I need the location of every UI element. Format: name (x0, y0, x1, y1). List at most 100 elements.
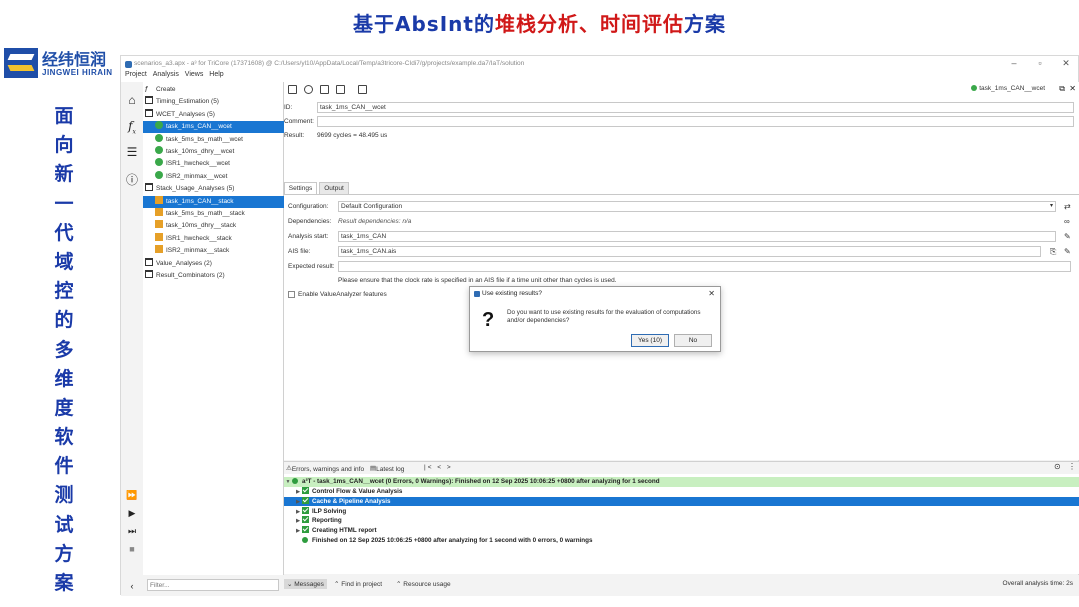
home-icon[interactable]: ⌂ (124, 92, 140, 108)
browse-file-icon[interactable]: ⎘ (1050, 247, 1056, 257)
analysis-start-field[interactable]: task_1ms_CAN (338, 231, 1056, 242)
collapse-icon[interactable]: ‹ (124, 578, 140, 594)
tree-item[interactable]: task_1ms_CAN__stack (143, 195, 284, 208)
logo-english-name: JINGWEI HIRAIN (42, 68, 113, 77)
close-editor-icon[interactable]: ✕ (1069, 84, 1076, 93)
log-header-row[interactable]: ▼ a³T - task_1ms_CAN__wcet (0 Errors, 0 W… (284, 477, 1079, 487)
clock-icon (155, 146, 163, 154)
main-pane: task_1ms_CAN__wcet ⧉ ✕ ID: task_1ms_CAN_… (284, 82, 1079, 460)
find-in-project-tab[interactable]: ⌃ Find in project (334, 580, 382, 588)
edit-config-icon[interactable]: ⇄ (1064, 202, 1071, 211)
stop-icon[interactable]: ■ (124, 541, 140, 557)
menu-analysis[interactable]: Analysis (153, 71, 179, 78)
filter-input[interactable] (147, 579, 279, 591)
columns-icon[interactable] (358, 85, 367, 94)
log-tab-errors[interactable]: ⚠ Errors, warnings and info (286, 464, 364, 473)
valueanalyzer-label: Enable ValueAnalyzer features (298, 291, 387, 298)
chevron-down-icon[interactable]: ▾ (1050, 202, 1053, 209)
info-icon[interactable]: ⓘ (124, 172, 140, 188)
log-tab-errors-label: Errors, warnings and info (291, 466, 365, 473)
run-icon[interactable]: ▶ (124, 505, 140, 521)
messages-label: Messages (294, 581, 324, 588)
side-title: 面向新一代域控的多维度软件测试方案 (50, 102, 78, 598)
tab-settings[interactable]: Settings (284, 182, 317, 194)
comment-field[interactable] (317, 116, 1074, 127)
maximize-icon[interactable]: ▫ (1034, 58, 1046, 69)
no-button[interactable]: No (674, 334, 712, 347)
link-icon[interactable]: ∞ (1064, 217, 1070, 226)
tree-item[interactable]: ISR2_minmax__wcet (143, 170, 284, 183)
company-logo: 经纬恒润 JINGWEI HIRAIN (4, 46, 122, 80)
expected-result-label: Expected result: (288, 263, 335, 270)
ais-file-field[interactable]: task_1ms_CAN.ais (338, 246, 1041, 257)
screen-icon[interactable] (288, 85, 297, 94)
log-tab-latest-label: Latest log (376, 466, 405, 473)
tree-item[interactable]: ISR1_hwcheck__stack (143, 232, 284, 245)
id-field[interactable]: task_1ms_CAN__wcet (317, 102, 1074, 113)
fx-icon[interactable]: fx (124, 118, 140, 135)
side-title-char: 一 (54, 192, 74, 215)
edit-ais-icon[interactable]: ✎ (1064, 247, 1071, 256)
slide-title: 基于AbsInt的堆栈分析、时间评估方案 (0, 8, 1079, 37)
dependencies-row: Dependencies: Result dependencies: n/a ∞ (288, 216, 1073, 228)
log-item-row[interactable]: ▶ Cache & Pipeline Analysis (284, 496, 1079, 507)
tree-item[interactable]: task_10ms_dhry__wcet (143, 146, 284, 158)
chart-icon[interactable] (304, 85, 313, 94)
tree-item[interactable]: ISR1_hwcheck__wcet (143, 158, 284, 170)
log-menu-icon[interactable]: ⋮ (1068, 462, 1076, 471)
yes-button[interactable]: Yes (10) (631, 334, 669, 347)
tree-item[interactable]: task_1ms_CAN__wcet (143, 121, 284, 134)
detach-icon[interactable]: ⧉ (1059, 84, 1065, 94)
menu-views[interactable]: Views (185, 71, 204, 78)
log-options-icon[interactable]: ⊙ (1054, 462, 1061, 471)
tree-item[interactable]: task_5ms_bs_math__stack (143, 208, 284, 220)
tab-output[interactable]: Output (319, 182, 349, 194)
tree-item[interactable]: task_5ms_bs_math__wcet (143, 133, 284, 146)
log-tab-latest[interactable]: ▤ Latest log (370, 464, 404, 473)
tree-item[interactable]: Result_Combinators (2) (143, 270, 284, 282)
valueanalyzer-checkbox[interactable] (288, 291, 295, 298)
configuration-select[interactable]: Default Configuration (338, 201, 1056, 212)
tree-item-label: Value_Analyses (2) (156, 259, 212, 267)
left-rail: ⌂ fx ☰ ⓘ ⏩ ▶ ⏭ ■ ‹ (121, 82, 143, 596)
dialog-title: Use existing results? (482, 290, 542, 297)
tree-item[interactable]: Value_Analyses (2) (143, 257, 284, 270)
resource-usage-tab[interactable]: ⌃ Resource usage (396, 580, 451, 588)
sliders-icon[interactable]: ☰ (124, 144, 140, 160)
list-icon[interactable] (320, 85, 329, 94)
log-item-row[interactable]: ▶ ILP Solving (284, 506, 1079, 517)
edit-start-icon[interactable]: ✎ (1064, 232, 1071, 241)
tree-item[interactable]: f Create (143, 84, 284, 96)
export-icon[interactable] (336, 85, 345, 94)
tree-item[interactable]: task_10ms_dhry__stack (143, 220, 284, 232)
tree-item[interactable]: Stack_Usage_Analyses (5) (143, 183, 284, 195)
logo-chinese-name: 经纬恒润 (42, 50, 107, 69)
run-next-icon[interactable]: ⏭ (124, 523, 140, 539)
tree-item-label: task_1ms_CAN__stack (166, 197, 234, 205)
messages-tab[interactable]: ⌄ Messages (284, 579, 327, 589)
expected-result-field[interactable] (338, 261, 1071, 272)
app-icon (125, 61, 132, 68)
overall-analysis-time: Overall analysis time: 2s (1002, 580, 1073, 587)
expected-result-row: Expected result: (288, 261, 1073, 273)
find-label: Find in project (341, 581, 383, 588)
log-item-row[interactable]: ▶ Reporting (284, 516, 1079, 526)
editor-toolbar: task_1ms_CAN__wcet ⧉ ✕ (284, 82, 1079, 96)
tree-item[interactable]: WCET_Analyses (5) (143, 108, 284, 121)
log-item-row[interactable]: ▶ Creating HTML report (284, 526, 1079, 536)
tree-item[interactable]: Timing_Estimation (5) (143, 96, 284, 108)
menu-project[interactable]: Project (125, 71, 147, 78)
menu-help[interactable]: Help (209, 71, 223, 78)
resource-label: Resource usage (403, 581, 451, 588)
log-item-row[interactable]: ▶ Control Flow & Value Analysis (284, 487, 1079, 497)
side-title-char: 控 (54, 280, 74, 303)
log-nav[interactable]: |< < > (424, 464, 453, 471)
tree-item[interactable]: ISR2_minmax__stack (143, 245, 284, 257)
minimize-icon[interactable]: – (1008, 58, 1020, 69)
log-footer-row[interactable]: Finished on 12 Sep 2025 10:06:25 +0800 a… (284, 536, 1079, 546)
side-title-char: 测 (54, 484, 74, 507)
dialog-close-icon[interactable]: ✕ (708, 289, 715, 298)
close-icon[interactable]: ✕ (1060, 58, 1072, 69)
run-all-icon[interactable]: ⏩ (124, 487, 140, 503)
tree-item-label: task_5ms_bs_math__wcet (166, 135, 243, 143)
